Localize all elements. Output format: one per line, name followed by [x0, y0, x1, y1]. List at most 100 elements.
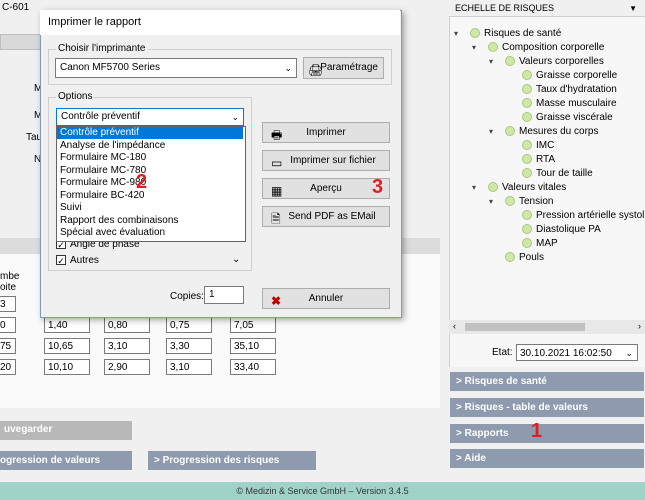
node-icon: [522, 70, 532, 81]
tree-item[interactable]: IMC: [522, 139, 554, 152]
send-pdf-email-button[interactable]: 🗎 Send PDF as EMail: [262, 206, 390, 227]
tree-item[interactable]: Composition corporelle: [488, 41, 604, 54]
chevron-down-icon: ⌄: [231, 112, 239, 122]
table-cell[interactable]: 1,40: [44, 317, 90, 333]
dropdown-option[interactable]: Suivi: [57, 202, 243, 214]
copies-label: Copies:: [170, 291, 204, 302]
dropdown-option[interactable]: Formulaire MC-980: [57, 177, 243, 189]
report-type-dropdown: Contrôle préventif Analyse de l'impédanc…: [56, 126, 246, 242]
cancel-button[interactable]: ✖ Annuler: [262, 288, 390, 309]
save-button[interactable]: uvegarder: [0, 421, 132, 440]
report-type-select[interactable]: Contrôle préventif ⌄: [56, 108, 244, 126]
table-cell[interactable]: 3,10: [104, 338, 150, 354]
node-icon: [522, 154, 532, 165]
tree-item[interactable]: MAP: [522, 237, 558, 250]
collapse-arrow-icon[interactable]: ▾: [472, 43, 476, 52]
tree-item[interactable]: Masse musculaire: [522, 97, 617, 110]
copies-input[interactable]: 1: [204, 286, 244, 304]
table-cell[interactable]: 7,05: [230, 317, 276, 333]
dropdown-option[interactable]: Formulaire MC-180: [57, 152, 243, 164]
table-cell[interactable]: 10,10: [44, 359, 90, 375]
copies-value: 1: [209, 289, 215, 300]
scroll-left-icon[interactable]: ‹: [453, 321, 456, 331]
table-cell[interactable]: 2,90: [104, 359, 150, 375]
collapse-arrow-icon[interactable]: ▾: [489, 197, 493, 206]
printer-icon: 🖶: [271, 128, 283, 142]
tree-item[interactable]: Diastolique PA: [522, 223, 601, 236]
table-cell[interactable]: 10,65: [44, 338, 90, 354]
dropdown-option[interactable]: Formulaire MC-780: [57, 165, 243, 177]
dropdown-option[interactable]: Spécial avec évaluation: [57, 227, 243, 239]
dropdown-option[interactable]: Formulaire BC-420: [57, 190, 243, 202]
risk-scale-header[interactable]: ECHELLE DE RISQUES ▼: [449, 0, 645, 17]
table-cell[interactable]: 0,75: [166, 317, 212, 333]
chevron-down-icon: ⌄: [625, 348, 633, 358]
node-icon: [522, 238, 532, 249]
node-icon: [488, 182, 498, 193]
scroll-thumb[interactable]: [465, 323, 585, 331]
nav-risk-values-table[interactable]: > Risques - table de valeurs: [450, 398, 644, 417]
node-icon: [522, 98, 532, 109]
date-label: Etat:: [492, 347, 513, 358]
tree-item[interactable]: Pression artérielle systolique: [522, 209, 645, 222]
footer: © Medizin & Service GmbH – Version 3.4.5: [0, 482, 645, 500]
node-icon: [470, 28, 480, 39]
table-cell[interactable]: 75: [0, 338, 16, 354]
tree-item[interactable]: Risques de santé: [470, 27, 561, 40]
progression-risks-button[interactable]: > Progression des risques: [148, 451, 316, 470]
node-icon: [505, 196, 515, 207]
table-cell[interactable]: 33,40: [230, 359, 276, 375]
scroll-right-icon[interactable]: ›: [638, 321, 641, 331]
printer-select[interactable]: Canon MF5700 Series ⌄: [55, 58, 297, 78]
node-icon: [522, 224, 532, 235]
dialog-title: Imprimer le rapport: [40, 10, 400, 35]
tree-item[interactable]: Mesures du corps: [505, 125, 598, 138]
col-head-1: mbe: [0, 271, 20, 282]
table-cell[interactable]: 35,10: [230, 338, 276, 354]
dropdown-option[interactable]: Contrôle préventif: [57, 127, 243, 140]
report-type-value: Contrôle préventif: [61, 111, 140, 122]
tree-item[interactable]: Graisse corporelle: [522, 69, 617, 82]
collapse-arrow-icon[interactable]: ▾: [489, 57, 493, 66]
node-icon: [522, 168, 532, 179]
node-icon: [522, 140, 532, 151]
printer-value: Canon MF5700 Series: [60, 62, 161, 73]
document-icon: 🗎: [271, 212, 281, 226]
table-cell[interactable]: 3,30: [166, 338, 212, 354]
tree-item[interactable]: Valeurs corporelles: [505, 55, 604, 68]
horizontal-scrollbar[interactable]: ‹ ›: [449, 320, 645, 334]
collapse-arrow-icon[interactable]: ▾: [472, 183, 476, 192]
tree-item[interactable]: Tour de taille: [522, 167, 593, 180]
table-cell[interactable]: 0: [0, 317, 16, 333]
collapse-arrow-icon[interactable]: ▾: [489, 127, 493, 136]
dropdown-option[interactable]: Analyse de l'impédance: [57, 140, 243, 152]
collapse-arrow-icon[interactable]: ▾: [454, 29, 458, 38]
print-to-file-button[interactable]: ▭ Imprimer sur fichier: [262, 150, 390, 171]
chevron-down-icon[interactable]: ⌄: [232, 254, 240, 265]
tree-item[interactable]: RTA: [522, 153, 555, 166]
file-icon: ▭: [271, 156, 283, 170]
printer-setup-button[interactable]: 🖨 Paramétrage: [303, 57, 384, 79]
others-checkbox[interactable]: ✓ Autres: [56, 254, 99, 267]
col-head-2: oite: [0, 282, 17, 293]
preview-button[interactable]: ▦ Aperçu: [262, 178, 390, 199]
print-button[interactable]: 🖶 Imprimer: [262, 122, 390, 143]
annotation-marker: 3: [372, 176, 384, 198]
date-select[interactable]: 30.10.2021 16:02:50 ⌄: [516, 344, 638, 361]
nav-help[interactable]: > Aide: [450, 449, 644, 468]
progression-values-button[interactable]: ogression de valeurs: [0, 451, 132, 470]
table-cell[interactable]: 3,10: [166, 359, 212, 375]
tree-item[interactable]: Valeurs vitales: [488, 181, 566, 194]
table-cell[interactable]: 20: [0, 359, 16, 375]
setup-label: Paramétrage: [320, 62, 378, 73]
tree-item[interactable]: Graisse viscérale: [522, 111, 613, 124]
nav-reports[interactable]: > Rapports: [450, 424, 644, 443]
table-cell[interactable]: 0,80: [104, 317, 150, 333]
tree-item[interactable]: Tension: [505, 195, 553, 208]
tree-item[interactable]: Taux d'hydratation: [522, 83, 617, 96]
dropdown-option[interactable]: Rapport des combinaisons: [57, 215, 243, 227]
nav-health-risks[interactable]: > Risques de santé: [450, 372, 644, 391]
tree-item[interactable]: Pouls: [505, 251, 544, 264]
node-icon: [505, 252, 515, 263]
table-cell[interactable]: 3: [0, 296, 16, 312]
